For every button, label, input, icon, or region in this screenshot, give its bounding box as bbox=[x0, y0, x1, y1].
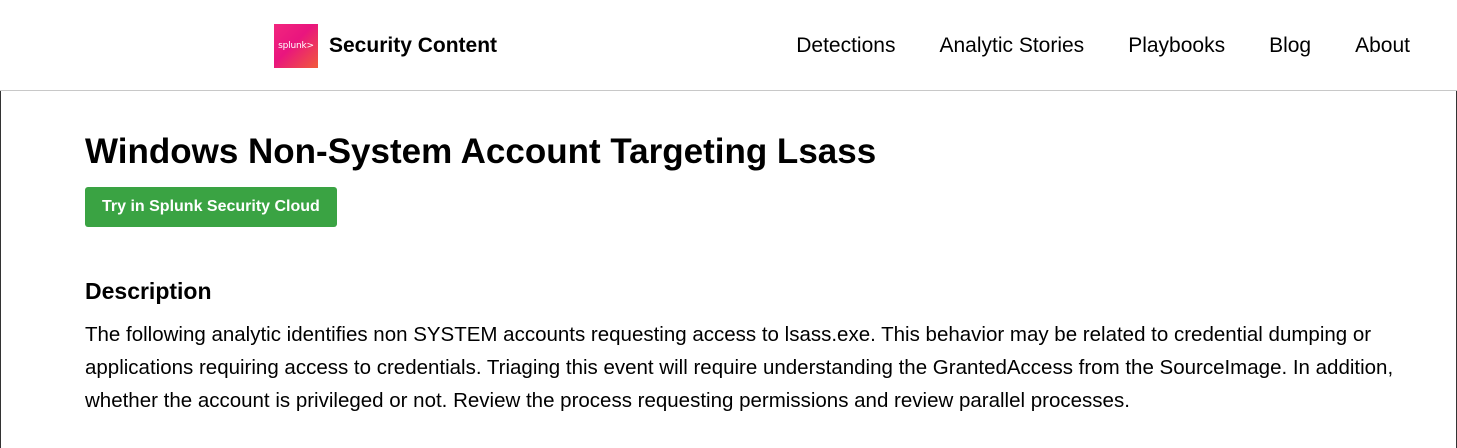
main-nav: Detections Analytic Stories Playbooks Bl… bbox=[796, 33, 1410, 59]
top-navbar: splunk> Security Content Detections Anal… bbox=[0, 0, 1457, 91]
nav-analytic-stories[interactable]: Analytic Stories bbox=[939, 33, 1084, 59]
splunk-logo-text: splunk> bbox=[278, 41, 314, 51]
brand-name: Security Content bbox=[329, 34, 498, 57]
nav-blog[interactable]: Blog bbox=[1269, 33, 1311, 59]
page-title: Windows Non-System Account Targeting Lsa… bbox=[85, 132, 877, 171]
main-content: Windows Non-System Account Targeting Lsa… bbox=[85, 130, 1447, 417]
try-splunk-cloud-button[interactable]: Try in Splunk Security Cloud bbox=[85, 187, 337, 227]
brand-link[interactable]: splunk> Security Content bbox=[274, 24, 497, 68]
nav-detections[interactable]: Detections bbox=[796, 33, 895, 59]
description-heading: Description bbox=[85, 278, 212, 304]
description-text: The following analytic identifies non SY… bbox=[85, 323, 1394, 412]
nav-playbooks[interactable]: Playbooks bbox=[1128, 33, 1225, 59]
splunk-logo: splunk> bbox=[274, 24, 318, 68]
nav-about[interactable]: About bbox=[1355, 33, 1410, 59]
